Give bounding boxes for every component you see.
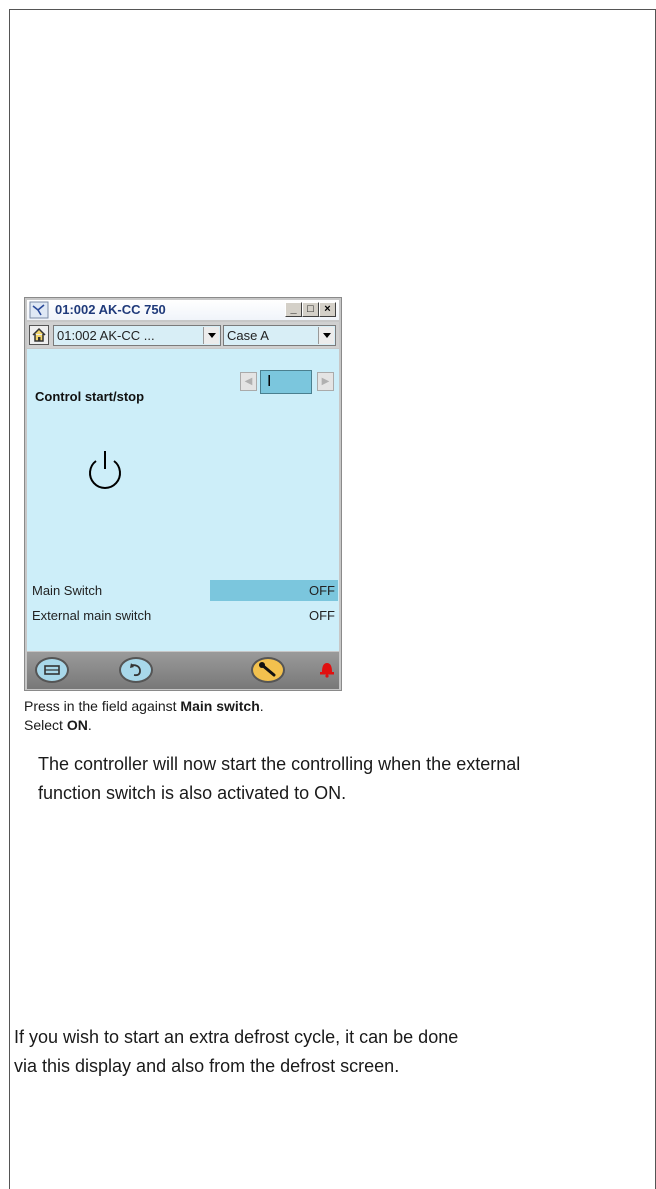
instruction-bold: ON [66,717,88,733]
power-icon [89,451,121,489]
maximize-button[interactable]: □ [302,302,319,317]
window-title: 01:002 AK-CC 750 [55,302,166,317]
back-icon [130,663,141,677]
title-bar: 01:002 AK-CC 750 _ □ × [27,300,339,320]
minimize-button[interactable]: _ [285,302,302,317]
external-switch-row: External main switch OFF [27,605,339,626]
main-switch-value[interactable]: OFF [210,580,338,601]
instruction-suffix: . [87,717,92,733]
paragraph-1-line-1: The controller will now start the contro… [38,754,521,774]
bottom-nav [27,652,339,689]
control-heading: Control start/stop [35,389,145,404]
app-window: 01:002 AK-CC 750 _ □ × 01:002 AK-CC ... … [24,297,342,691]
main-switch-row[interactable]: Main Switch OFF [27,580,339,601]
content-panel: Control start/stop ◀ I ▶ Main Switch OFF… [27,349,339,651]
close-button[interactable]: × [319,302,336,317]
app-icon [29,301,49,319]
alarm-bell-icon[interactable] [319,658,335,678]
paragraph-1-line-2: function switch is also activated to ON. [38,783,347,803]
chevron-down-icon [318,327,334,344]
paragraph-2-line-1: If you wish to start an extra defrost cy… [14,1027,459,1047]
instruction-text: Select [24,717,67,733]
instruction-line-2: Select ON. [24,715,92,735]
section-select-value: Case A [227,328,269,343]
chevron-down-icon [203,327,219,344]
increment-button[interactable]: ▶ [317,372,334,391]
external-switch-value: OFF [309,608,335,623]
back-button[interactable] [119,657,153,683]
home-icon [32,327,46,342]
instruction-line-1: Press in the field against Main switch. [24,696,264,716]
overview-button[interactable] [35,657,69,683]
instruction-text: Press in the field against [24,698,181,714]
overview-icon [44,665,60,675]
controller-select[interactable]: 01:002 AK-CC ... [53,325,221,346]
instruction-suffix: . [259,698,264,714]
external-switch-label: External main switch [32,608,152,623]
main-switch-label: Main Switch [32,583,103,598]
onoff-field[interactable]: I [260,370,312,394]
section-select[interactable]: Case A [223,325,336,346]
wrench-icon [259,662,276,677]
controller-select-value: 01:002 AK-CC ... [57,328,155,343]
instruction-bold: Main switch [180,698,260,714]
paragraph-2-line-2: via this display and also from the defro… [14,1056,400,1076]
toolbar: 01:002 AK-CC ... Case A [27,322,339,348]
home-button[interactable] [29,325,49,345]
service-button[interactable] [251,657,285,683]
decrement-button[interactable]: ◀ [240,372,257,391]
